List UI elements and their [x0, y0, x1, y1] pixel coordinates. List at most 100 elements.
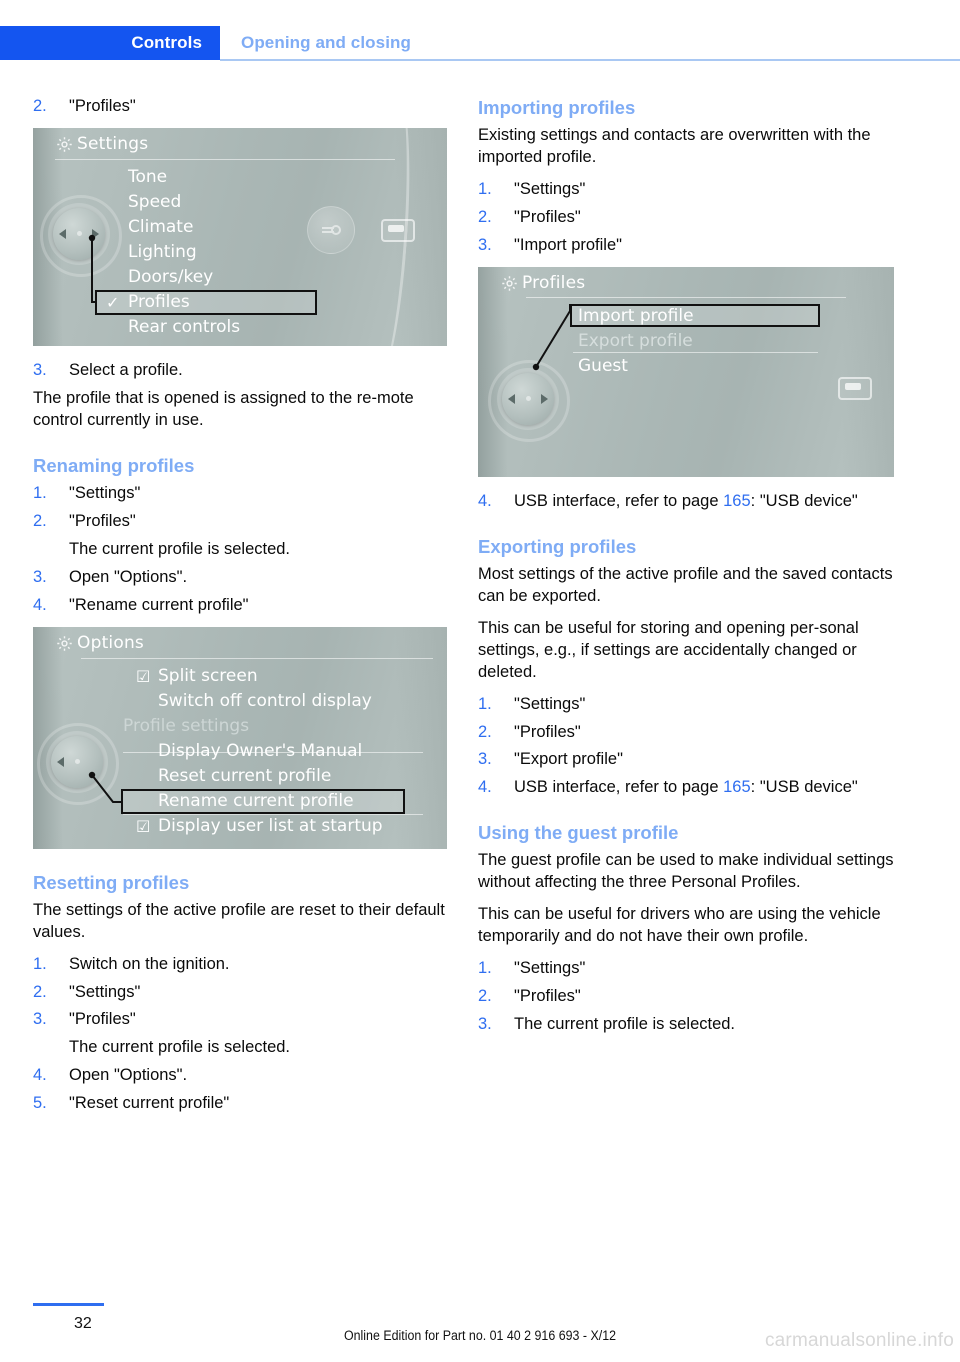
- list-item-text: "Export profile": [514, 750, 623, 769]
- step-list-importing: 1. "Settings" 2. "Profiles" 3. "Import p…: [478, 179, 903, 257]
- list-item-text: "Profiles": [514, 987, 581, 1006]
- idrive-screenshot-profiles: Profiles Import profile Export profile G…: [478, 266, 894, 477]
- list-item-number: 1.: [478, 959, 492, 978]
- list-item-number: 1.: [478, 180, 492, 198]
- list-item-number: 4.: [478, 491, 492, 510]
- list-item-number: 4.: [33, 595, 47, 614]
- header-chapter-tab: Controls: [0, 26, 220, 60]
- list-item: 2. "Profiles": [33, 96, 453, 118]
- list-item: 2. "Profiles": [478, 986, 903, 1008]
- list-item-number: 4.: [33, 1066, 47, 1085]
- page-reference[interactable]: 165: [723, 778, 751, 796]
- callout-leader-line: [88, 771, 121, 803]
- list-item-number: 3.: [478, 750, 492, 769]
- list-item-text: Switch on the ignition.: [69, 954, 230, 973]
- list-item-text: Select a profile.: [69, 360, 183, 379]
- list-item: 1. "Settings": [478, 694, 903, 716]
- list-item-number: 2.: [33, 511, 47, 530]
- heading-exporting-profiles: Exporting profiles: [478, 535, 637, 557]
- list-item-text: Open "Options".: [69, 1066, 188, 1085]
- list-item-text: "Reset current profile": [69, 1094, 230, 1113]
- list-item: 5. "Reset current profile": [33, 1093, 453, 1115]
- header-section-label: Opening and closing: [241, 33, 412, 52]
- list-item-text: "Settings": [514, 694, 586, 713]
- footer-divider: [33, 1303, 104, 1306]
- idrive-screenshot-options: Options ☑ Split screen Switch off contro…: [33, 626, 447, 849]
- list-item: 3. "Profiles": [33, 1009, 453, 1031]
- list-item: 2. "Profiles": [33, 511, 453, 533]
- list-item-text: "Rename current profile": [69, 595, 249, 614]
- list-item-text: "Settings": [514, 959, 586, 978]
- paragraph-exporting-2: This can be useful for storing and openi…: [478, 618, 859, 681]
- list-item-text: "Profiles": [514, 722, 581, 741]
- heading-importing-profiles: Importing profiles: [478, 97, 636, 118]
- list-item-text-before: USB interface, refer to page: [514, 778, 724, 797]
- list-item: 3. The current profile is selected.: [478, 1014, 903, 1036]
- header-divider: [220, 59, 960, 61]
- left-column: 2. "Profiles" Settings Tone Speed Climat…: [33, 96, 453, 1121]
- list-item: 4. USB interface, refer to page 165: "US…: [478, 491, 903, 513]
- list-item-text: "Profiles": [69, 97, 136, 115]
- list-item: 1. Switch on the ignition.: [33, 954, 453, 976]
- hardware-menu-button[interactable]: [307, 205, 355, 254]
- page-reference[interactable]: 165: [723, 492, 751, 510]
- heading-resetting-profiles: Resetting profiles: [33, 871, 190, 893]
- page-header: Controls Opening and closing: [0, 26, 960, 60]
- list-item-number: 1.: [33, 483, 47, 502]
- heading-renaming-profiles: Renaming profiles: [33, 454, 195, 476]
- list-item-number: 1.: [33, 954, 47, 973]
- list-item-number: 3.: [33, 1010, 47, 1029]
- list-item-text-after: : "USB device": [750, 778, 858, 797]
- watermark: carmanualsonline.info: [764, 1330, 954, 1351]
- hardware-display-button[interactable]: [381, 218, 415, 242]
- list-item: 3. Select a profile.: [33, 360, 453, 382]
- paragraph-importing: Existing settings and contacts are overw…: [478, 126, 871, 167]
- list-item-text: "Settings": [514, 180, 586, 198]
- list-item-text-before: USB interface, refer to page: [514, 491, 724, 510]
- list-item-note: The current profile is selected.: [69, 1038, 291, 1057]
- list-item-number: 4.: [478, 778, 492, 797]
- step-list-resetting: 1. Switch on the ignition. 2. "Settings"…: [33, 954, 453, 1116]
- right-column: Importing profiles Existing settings and…: [478, 96, 903, 1042]
- list-item-text: "Settings": [69, 982, 141, 1001]
- list-item-number: 3.: [478, 1015, 492, 1034]
- list-item-number: 2.: [33, 982, 47, 1001]
- list-item-text: "Profiles": [69, 511, 136, 530]
- list-item: 1. "Settings": [33, 483, 453, 505]
- list-item-text: "Import profile": [514, 235, 622, 254]
- paragraph-guest-2: This can be useful for drivers who are u…: [478, 905, 881, 946]
- list-item: 4. USB interface, refer to page 165: "US…: [478, 777, 903, 799]
- list-item-text: "Profiles": [69, 1010, 136, 1029]
- step-list-select-profile: 3. Select a profile.: [33, 360, 453, 382]
- list-item-number: 3.: [33, 567, 47, 586]
- list-item: 3. "Import profile": [478, 235, 903, 257]
- list-item-number: 2.: [478, 722, 492, 741]
- list-item: 2. "Profiles": [478, 207, 903, 229]
- list-item-number: 3.: [33, 360, 47, 379]
- list-item-text-after: : "USB device": [750, 491, 858, 510]
- list-item: 2. "Profiles": [478, 722, 903, 744]
- idrive-screenshot-settings: Settings Tone Speed Climate Lighting Doo…: [33, 127, 447, 346]
- header-chapter-label: Controls: [131, 33, 202, 52]
- paragraph-guest-1: The guest profile can be used to make in…: [478, 851, 894, 892]
- hardware-display-button[interactable]: [838, 376, 872, 400]
- list-item-note: The current profile is selected.: [69, 539, 291, 558]
- step-list-renaming: 1. "Settings" 2. "Profiles" The current …: [33, 483, 453, 617]
- list-item: 4. Open "Options".: [33, 1065, 453, 1087]
- paragraph-exporting-1: Most settings of the active profile and …: [478, 564, 893, 605]
- list-item-text: The current profile is selected.: [514, 1015, 736, 1034]
- step-list-exporting: 1. "Settings" 2. "Profiles" 3. "Export p…: [478, 694, 903, 800]
- list-item-number: 2.: [478, 987, 492, 1006]
- paragraph-profile-assigned: The profile that is opened is assigned t…: [33, 388, 414, 429]
- list-item: 3. Open "Options".: [33, 567, 453, 589]
- list-item: 1. "Settings": [478, 179, 903, 201]
- callout-leader-line: [532, 303, 571, 371]
- list-item: 1. "Settings": [478, 958, 903, 980]
- list-item-number: 1.: [478, 694, 492, 713]
- list-item-number: 5.: [33, 1094, 47, 1113]
- list-item-number: 3.: [478, 235, 492, 254]
- heading-using-guest-profile: Using the guest profile: [478, 822, 679, 844]
- list-item: 4. "Rename current profile": [33, 595, 453, 617]
- step-list-guest: 1. "Settings" 2. "Profiles" 3. The curre…: [478, 958, 903, 1036]
- list-item: 2. "Settings": [33, 982, 453, 1004]
